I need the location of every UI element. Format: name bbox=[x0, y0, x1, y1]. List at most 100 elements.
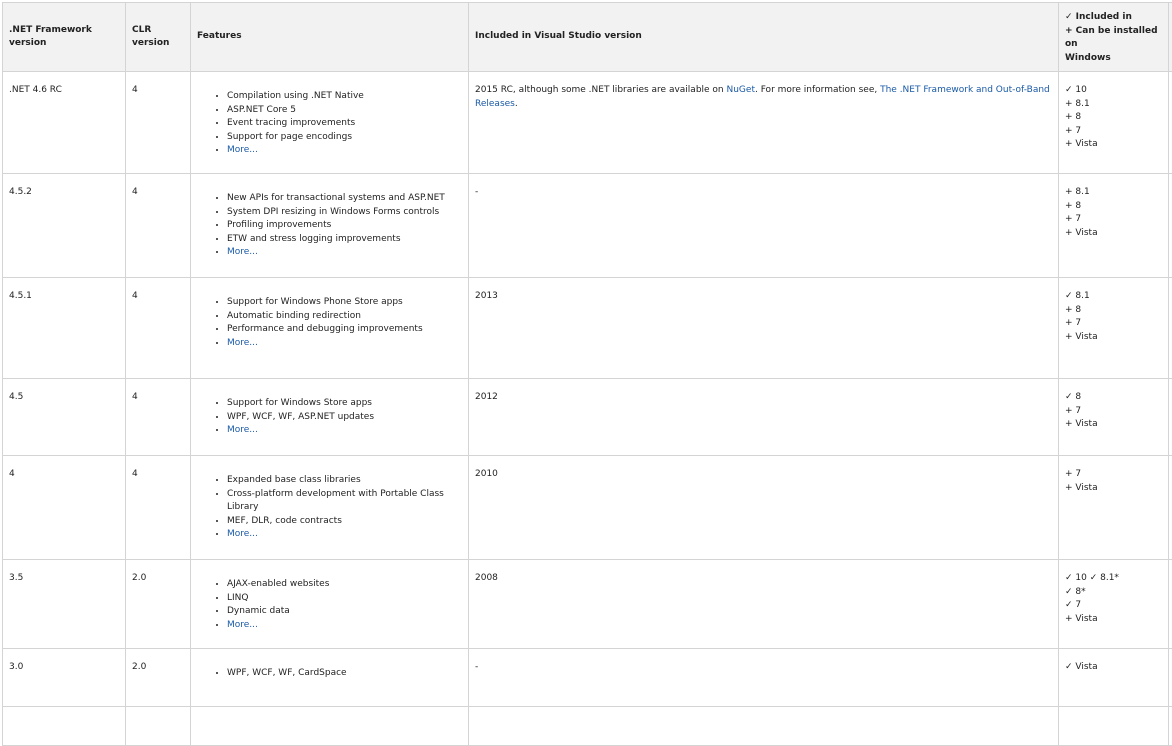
visual-studio-cell: - bbox=[469, 649, 1059, 707]
windows-entry: + 7 bbox=[1065, 125, 1162, 139]
features-cell: Support for Windows Phone Store apps Aut… bbox=[191, 278, 469, 379]
windows-entry: + Vista bbox=[1065, 482, 1162, 496]
visual-studio-cell: - bbox=[469, 174, 1059, 278]
windows-cell: ✓ Vista bbox=[1059, 649, 1169, 707]
feature-item: WPF, WCF, WF, ASP.NET updates bbox=[227, 411, 462, 425]
feature-item-more: More... bbox=[227, 337, 462, 351]
table-row: 4.5.2 4 New APIs for transactional syste… bbox=[3, 174, 1172, 278]
extra-cell bbox=[1169, 174, 1172, 278]
windows-cell: + 8.1 + 8 + 7 + Vista bbox=[1059, 174, 1169, 278]
windows-entry: ✓ 8* bbox=[1065, 586, 1162, 600]
table-row: 3.0 2.0 WPF, WCF, WF, CardSpace - ✓ Vist… bbox=[3, 649, 1172, 707]
windows-entry: + 7 bbox=[1065, 405, 1162, 419]
framework-version-cell: 4 bbox=[3, 456, 126, 560]
windows-entry: ✓ 10 ✓ 8.1* bbox=[1065, 572, 1162, 586]
header-clr-version: CLR version bbox=[126, 3, 191, 72]
windows-entry: + Vista bbox=[1065, 138, 1162, 152]
more-link[interactable]: More... bbox=[227, 620, 258, 630]
more-link[interactable]: More... bbox=[227, 338, 258, 348]
framework-version-cell: 4.5 bbox=[3, 379, 126, 456]
more-link[interactable]: More... bbox=[227, 529, 258, 539]
windows-entry: + 8 bbox=[1065, 200, 1162, 214]
windows-entry: + 8.1 bbox=[1065, 98, 1162, 112]
windows-cell: ✓ 10 + 8.1 + 8 + 7 + Vista bbox=[1059, 72, 1169, 174]
more-link[interactable]: More... bbox=[227, 145, 258, 155]
feature-list: Support for Windows Store apps WPF, WCF,… bbox=[197, 397, 462, 438]
table-row: 3.5 2.0 AJAX-enabled websites LINQ Dynam… bbox=[3, 560, 1172, 649]
empty-cell bbox=[3, 707, 126, 746]
extra-cell bbox=[1169, 72, 1172, 174]
windows-entry: ✓ Vista bbox=[1065, 661, 1162, 675]
header-windows-included: ✓ Included in bbox=[1065, 11, 1162, 25]
extra-cell bbox=[1169, 560, 1172, 649]
feature-item: Cross-platform development with Portable… bbox=[227, 488, 462, 515]
clr-version-cell: 2.0 bbox=[126, 560, 191, 649]
feature-item: Expanded base class libraries bbox=[227, 474, 462, 488]
features-cell: WPF, WCF, WF, CardSpace bbox=[191, 649, 469, 707]
extra-cell bbox=[1169, 278, 1172, 379]
features-cell: Support for Windows Store apps WPF, WCF,… bbox=[191, 379, 469, 456]
windows-entry: + Vista bbox=[1065, 418, 1162, 432]
feature-item-more: More... bbox=[227, 424, 462, 438]
feature-item: Support for page encodings bbox=[227, 131, 462, 145]
feature-item: Support for Windows Phone Store apps bbox=[227, 296, 462, 310]
feature-item: ETW and stress logging improvements bbox=[227, 233, 462, 247]
feature-list: Expanded base class libraries Cross-plat… bbox=[197, 474, 462, 542]
feature-item: MEF, DLR, code contracts bbox=[227, 515, 462, 529]
table-row: .NET 4.6 RC 4 Compilation using .NET Nat… bbox=[3, 72, 1172, 174]
nuget-link[interactable]: NuGet bbox=[727, 85, 755, 95]
features-cell: Expanded base class libraries Cross-plat… bbox=[191, 456, 469, 560]
feature-item: AJAX-enabled websites bbox=[227, 578, 462, 592]
feature-item: Compilation using .NET Native bbox=[227, 90, 462, 104]
header-windows-word: Windows bbox=[1065, 52, 1162, 66]
clr-version-cell: 4 bbox=[126, 379, 191, 456]
feature-item: Support for Windows Store apps bbox=[227, 397, 462, 411]
feature-item: LINQ bbox=[227, 592, 462, 606]
vs-text: 2015 RC, although some .NET libraries ar… bbox=[475, 85, 727, 95]
windows-cell: + 7 + Vista bbox=[1059, 456, 1169, 560]
feature-item-more: More... bbox=[227, 619, 462, 633]
empty-cell bbox=[126, 707, 191, 746]
more-link[interactable]: More... bbox=[227, 247, 258, 257]
windows-cell: ✓ 8 + 7 + Vista bbox=[1059, 379, 1169, 456]
table-row: 4.5 4 Support for Windows Store apps WPF… bbox=[3, 379, 1172, 456]
feature-item: WPF, WCF, WF, CardSpace bbox=[227, 667, 462, 681]
windows-entry: ✓ 7 bbox=[1065, 599, 1162, 613]
clr-version-cell: 4 bbox=[126, 278, 191, 379]
feature-item: Event tracing improvements bbox=[227, 117, 462, 131]
visual-studio-cell: 2010 bbox=[469, 456, 1059, 560]
empty-cell bbox=[191, 707, 469, 746]
windows-entry: + Vista bbox=[1065, 227, 1162, 241]
features-cell: Compilation using .NET Native ASP.NET Co… bbox=[191, 72, 469, 174]
table-row: 4.5.1 4 Support for Windows Phone Store … bbox=[3, 278, 1172, 379]
more-link[interactable]: More... bbox=[227, 425, 258, 435]
extra-cell bbox=[1169, 649, 1172, 707]
clr-version-cell: 2.0 bbox=[126, 649, 191, 707]
windows-entry: + Vista bbox=[1065, 331, 1162, 345]
header-windows: ✓ Included in + Can be installed on Wind… bbox=[1059, 3, 1169, 72]
empty-cell bbox=[1169, 707, 1172, 746]
clr-version-cell: 4 bbox=[126, 174, 191, 278]
header-features: Features bbox=[191, 3, 469, 72]
table-row: 4 4 Expanded base class libraries Cross-… bbox=[3, 456, 1172, 560]
visual-studio-cell: 2008 bbox=[469, 560, 1059, 649]
feature-list: AJAX-enabled websites LINQ Dynamic data … bbox=[197, 578, 462, 632]
header-extra-column bbox=[1169, 3, 1172, 72]
windows-entry: ✓ 8 bbox=[1065, 391, 1162, 405]
extra-cell bbox=[1169, 456, 1172, 560]
feature-list: New APIs for transactional systems and A… bbox=[197, 192, 462, 260]
framework-version-cell: 4.5.2 bbox=[3, 174, 126, 278]
table-row-partial bbox=[3, 707, 1172, 746]
windows-cell: ✓ 10 ✓ 8.1* ✓ 8* ✓ 7 + Vista bbox=[1059, 560, 1169, 649]
framework-version-cell: 3.5 bbox=[3, 560, 126, 649]
feature-item: ASP.NET Core 5 bbox=[227, 104, 462, 118]
vs-text: . bbox=[515, 99, 518, 109]
feature-item: System DPI resizing in Windows Forms con… bbox=[227, 206, 462, 220]
feature-list: Compilation using .NET Native ASP.NET Co… bbox=[197, 90, 462, 158]
dotnet-versions-table: .NET Framework version CLR version Featu… bbox=[2, 2, 1172, 746]
windows-cell: ✓ 8.1 + 8 + 7 + Vista bbox=[1059, 278, 1169, 379]
feature-item-more: More... bbox=[227, 144, 462, 158]
feature-list: Support for Windows Phone Store apps Aut… bbox=[197, 296, 462, 350]
windows-entry: + 8 bbox=[1065, 304, 1162, 318]
windows-entry: + 7 bbox=[1065, 468, 1162, 482]
